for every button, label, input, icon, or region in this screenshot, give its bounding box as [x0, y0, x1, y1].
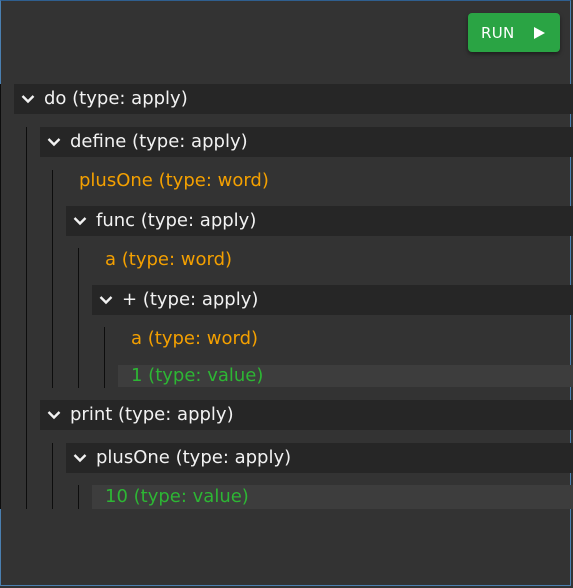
indent-guide — [52, 443, 53, 509]
tree-node-label[interactable]: a (type: word) — [105, 249, 232, 271]
tree-node-label[interactable]: define (type: apply) — [70, 131, 248, 153]
tree-node-label[interactable]: do (type: apply) — [44, 88, 188, 110]
chevron-down-icon[interactable] — [47, 137, 61, 147]
tree-node-label[interactable]: 10 (type: value) — [105, 486, 249, 508]
chevron-down-icon[interactable] — [73, 453, 87, 463]
play-icon — [534, 27, 545, 39]
indent-guide — [78, 485, 79, 509]
indent-guide — [0, 84, 1, 509]
chevron-down-icon[interactable] — [47, 410, 61, 420]
tree-node-label[interactable]: plusOne (type: apply) — [96, 447, 291, 469]
tree-node-label[interactable]: + (type: apply) — [122, 289, 258, 311]
tree-node-label[interactable]: print (type: apply) — [70, 404, 234, 426]
indent-guide — [104, 327, 105, 388]
indent-guide — [78, 248, 79, 388]
tree-node-label[interactable]: func (type: apply) — [96, 210, 256, 232]
tree-node-label[interactable]: 1 (type: value) — [131, 365, 263, 387]
run-button-label: RUN — [481, 24, 515, 42]
indent-guide — [26, 127, 27, 509]
chevron-down-icon[interactable] — [99, 295, 113, 305]
tree-node-label[interactable]: a (type: word) — [131, 328, 258, 350]
run-button[interactable]: RUN — [468, 13, 560, 52]
chevron-down-icon[interactable] — [73, 216, 87, 226]
indent-guide — [52, 170, 53, 388]
tree-node-label[interactable]: plusOne (type: word) — [79, 170, 269, 192]
chevron-down-icon[interactable] — [21, 94, 35, 104]
